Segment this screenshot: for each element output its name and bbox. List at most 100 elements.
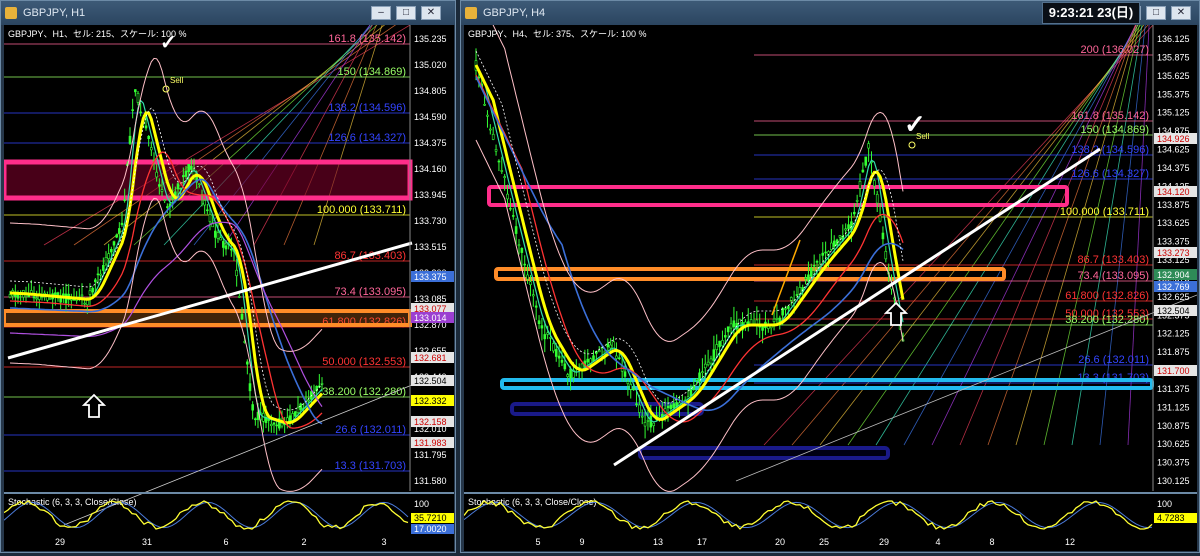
candle-body [216, 232, 220, 239]
candle-body [632, 388, 635, 391]
candle-body [509, 207, 512, 210]
chart-window-h1[interactable]: GBPJPY, H1 – □ ✕ 161.8 (135.142) 150 (134… [0, 0, 456, 553]
candle-body [166, 206, 169, 208]
maximize-button[interactable]: □ [1146, 6, 1166, 20]
fib-level-label: 38.200 (132.280) [1065, 314, 1149, 326]
chart-plot-area[interactable]: 161.8 (135.142) 150 (134.869) 138.2 (134.5… [1, 0, 454, 551]
candle-body [597, 350, 601, 353]
candle-body [514, 226, 518, 234]
price-tick-label: 134.160 [414, 164, 447, 174]
candle-body [873, 180, 876, 187]
candle-body [543, 334, 547, 340]
price-chart-h4: 200 (136.027) 161.8 (135.142) 150 (134.869… [463, 0, 1198, 551]
zone-rectangle [638, 446, 890, 460]
fib-level-label: 161.8 (135.142) [1071, 110, 1149, 122]
date-tick-label: 12 [1065, 537, 1075, 547]
candle-body [855, 200, 859, 202]
candle-body [534, 305, 538, 308]
candle-body [32, 296, 36, 299]
price-tag-label: 132.681 [414, 353, 447, 363]
candle-body [307, 399, 310, 402]
candle-body [554, 349, 558, 357]
close-button[interactable]: ✕ [1171, 6, 1191, 20]
fib-level-label: 200 (136.027) [1081, 44, 1150, 56]
candle-body [176, 183, 180, 190]
date-tick-label: 4 [935, 537, 940, 547]
candle-body [606, 343, 610, 348]
candle-body [520, 247, 524, 253]
candle-body [99, 273, 102, 276]
candle-body [861, 169, 865, 173]
candle-body [35, 297, 38, 300]
date-tick-label: 29 [879, 537, 889, 547]
candle-body [275, 424, 278, 427]
chart-window-h4[interactable]: GBPJPY, H4 – □ ✕ 200 (136.027)161.8 (135… [460, 0, 1200, 553]
candle-body [566, 374, 570, 377]
candle-body [112, 241, 116, 246]
candle-body [812, 264, 816, 267]
candle-body [643, 422, 647, 427]
price-tick-label: 130.125 [1157, 476, 1190, 486]
candle-body [158, 184, 161, 187]
window-titlebar[interactable]: GBPJPY, H1 – □ ✕ [1, 1, 455, 25]
candle-body [110, 248, 113, 253]
candle-body [294, 411, 297, 417]
price-tick-label: 134.375 [1157, 163, 1190, 173]
candle-body [517, 244, 521, 247]
candle-body [672, 403, 676, 409]
price-tick-label: 131.125 [1157, 402, 1190, 412]
candle-body [712, 349, 716, 361]
maximize-button[interactable]: □ [396, 6, 416, 20]
candle-body [772, 318, 776, 322]
candle-body [83, 302, 86, 305]
price-tick-label: 134.375 [414, 138, 447, 148]
candle-body [858, 181, 862, 189]
close-button[interactable]: ✕ [421, 6, 441, 20]
date-tick-label: 8 [989, 537, 994, 547]
candle-body [529, 281, 532, 286]
candle-body [248, 383, 252, 392]
candle-body [144, 125, 148, 129]
candle-body [649, 415, 653, 428]
candle-body [272, 422, 276, 425]
chart-header: GBPJPY、H4、セル: 375、スケール: 100 % [468, 29, 647, 39]
price-tick-label: 136.125 [1157, 34, 1190, 44]
candle-body [155, 171, 158, 178]
candle-body [537, 320, 541, 325]
price-tick-label: 131.580 [414, 476, 447, 486]
date-tick-label: 2 [301, 537, 306, 547]
candle-body [646, 420, 650, 422]
candle-body [809, 267, 813, 277]
candle-body [254, 418, 257, 421]
candle-body [617, 357, 621, 360]
candle-body [96, 273, 100, 276]
candle-body [881, 232, 885, 240]
candle-body [224, 245, 228, 250]
candle-body [706, 361, 710, 366]
price-tick-label: 131.795 [414, 450, 447, 460]
fib-level-label: 150 (134.869) [1081, 124, 1150, 136]
candle-body [789, 297, 793, 301]
stochastic-tag-label: 35.7210 [414, 513, 447, 523]
candle-body [187, 163, 190, 173]
minimize-button[interactable]: – [371, 6, 391, 20]
candle-body [104, 257, 108, 265]
candle-body [724, 335, 727, 338]
candle-body [230, 248, 233, 251]
price-tag-label: 132.904 [1157, 270, 1190, 280]
candle-body [160, 189, 164, 192]
candle-body [838, 235, 842, 238]
candle-body [147, 135, 150, 140]
price-tick-label: 130.875 [1157, 421, 1190, 431]
candle-body [80, 294, 84, 297]
candle-body [511, 215, 515, 217]
chart-plot-area[interactable]: 200 (136.027) 161.8 (135.142) 150 (134.869… [463, 0, 1198, 551]
date-tick-label: 5 [535, 537, 540, 547]
stochastic-tag-label: 4.7283 [1157, 513, 1185, 523]
candle-body [270, 423, 273, 426]
candle-body [203, 200, 206, 206]
candle-body [483, 103, 486, 106]
candle-body [184, 170, 188, 177]
candle-body [208, 214, 212, 222]
fib-level-label: 73.4 (133.095) [1077, 270, 1149, 282]
